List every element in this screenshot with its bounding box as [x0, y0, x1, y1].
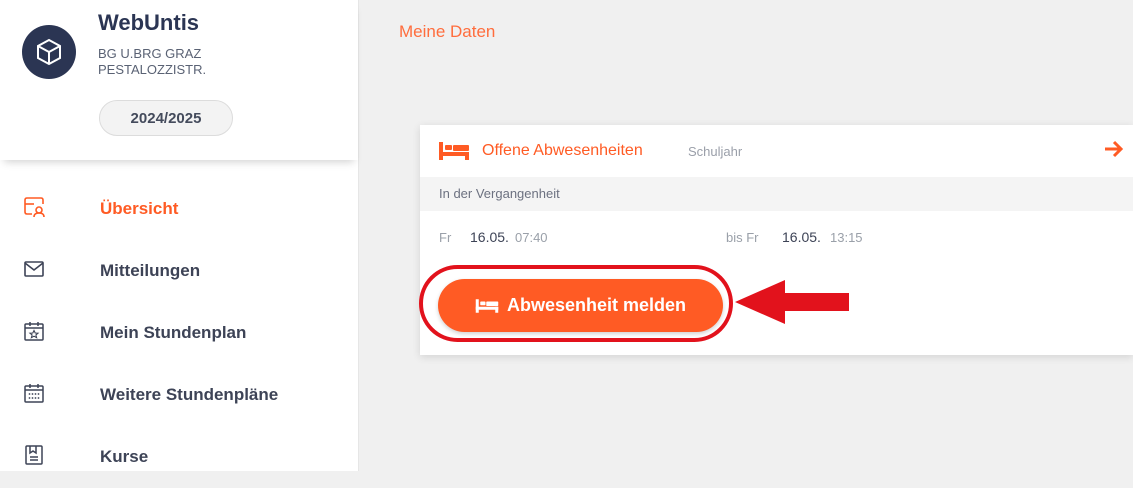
dashboard-icon [22, 195, 46, 219]
to-date: 16.05. [782, 229, 821, 245]
app-name: WebUntis [98, 10, 200, 35]
sidebar-nav: Übersicht Mitteilungen Mein Stundenplan … [0, 178, 358, 488]
sidebar-item-uebersicht[interactable]: Übersicht [0, 178, 358, 240]
card-title: Offene Abwesenheiten [482, 142, 643, 159]
sidebar-item-label: Weitere Stundenpläne [100, 385, 279, 404]
page-title: Meine Daten [399, 22, 496, 41]
calendar-grid-icon [22, 381, 46, 405]
absences-card-header[interactable]: Offene Abwesenheiten Schuljahr [420, 125, 1133, 177]
sidebar-item-label: Mein Stundenplan [100, 323, 247, 342]
to-time: 13:15 [830, 230, 863, 245]
card-subtitle: Schuljahr [688, 144, 743, 159]
book-icon [22, 443, 46, 467]
school-line-1: BG U.BRG GRAZ [98, 46, 202, 61]
sidebar-item-weitere-stundenplaene[interactable]: Weitere Stundenpläne [0, 364, 358, 426]
sidebar-item-label: Mitteilungen [100, 261, 201, 280]
bed-icon [438, 141, 470, 166]
cube-logo-icon [22, 25, 76, 79]
red-arrow-icon [733, 278, 853, 331]
envelope-icon [22, 257, 46, 281]
sidebar-item-mein-stundenplan[interactable]: Mein Stundenplan [0, 302, 358, 364]
calendar-star-icon [22, 319, 46, 343]
to-prefix: bis Fr [726, 230, 759, 245]
sidebar-item-mitteilungen[interactable]: Mitteilungen [0, 240, 358, 302]
report-absence-button[interactable]: Abwesenheit melden [438, 279, 723, 332]
school-year-selector[interactable]: 2024/2025 [99, 100, 233, 136]
sidebar-item-label: Kurse [100, 447, 149, 466]
school-name: BG U.BRG GRAZ PESTALOZZISTR. [98, 46, 298, 78]
brand-header: WebUntis BG U.BRG GRAZ PESTALOZZISTR. 20… [0, 0, 358, 160]
school-line-2: PESTALOZZISTR. [98, 62, 207, 77]
from-date: 16.05. [470, 229, 509, 245]
report-absence-label: Abwesenheit melden [506, 295, 687, 315]
sidebar-item-label: Übersicht [100, 199, 179, 218]
arrow-right-icon[interactable] [1103, 139, 1125, 164]
section-label: In der Vergangenheit [439, 186, 560, 201]
from-day: Fr [439, 230, 452, 245]
absence-row[interactable]: Fr 16.05. 07:40 bis Fr 16.05. 13:15 [420, 228, 1133, 250]
from-time: 07:40 [515, 230, 548, 245]
bed-icon [475, 298, 499, 314]
sidebar: WebUntis BG U.BRG GRAZ PESTALOZZISTR. 20… [0, 0, 359, 471]
sidebar-item-kurse[interactable]: Kurse [0, 426, 358, 488]
